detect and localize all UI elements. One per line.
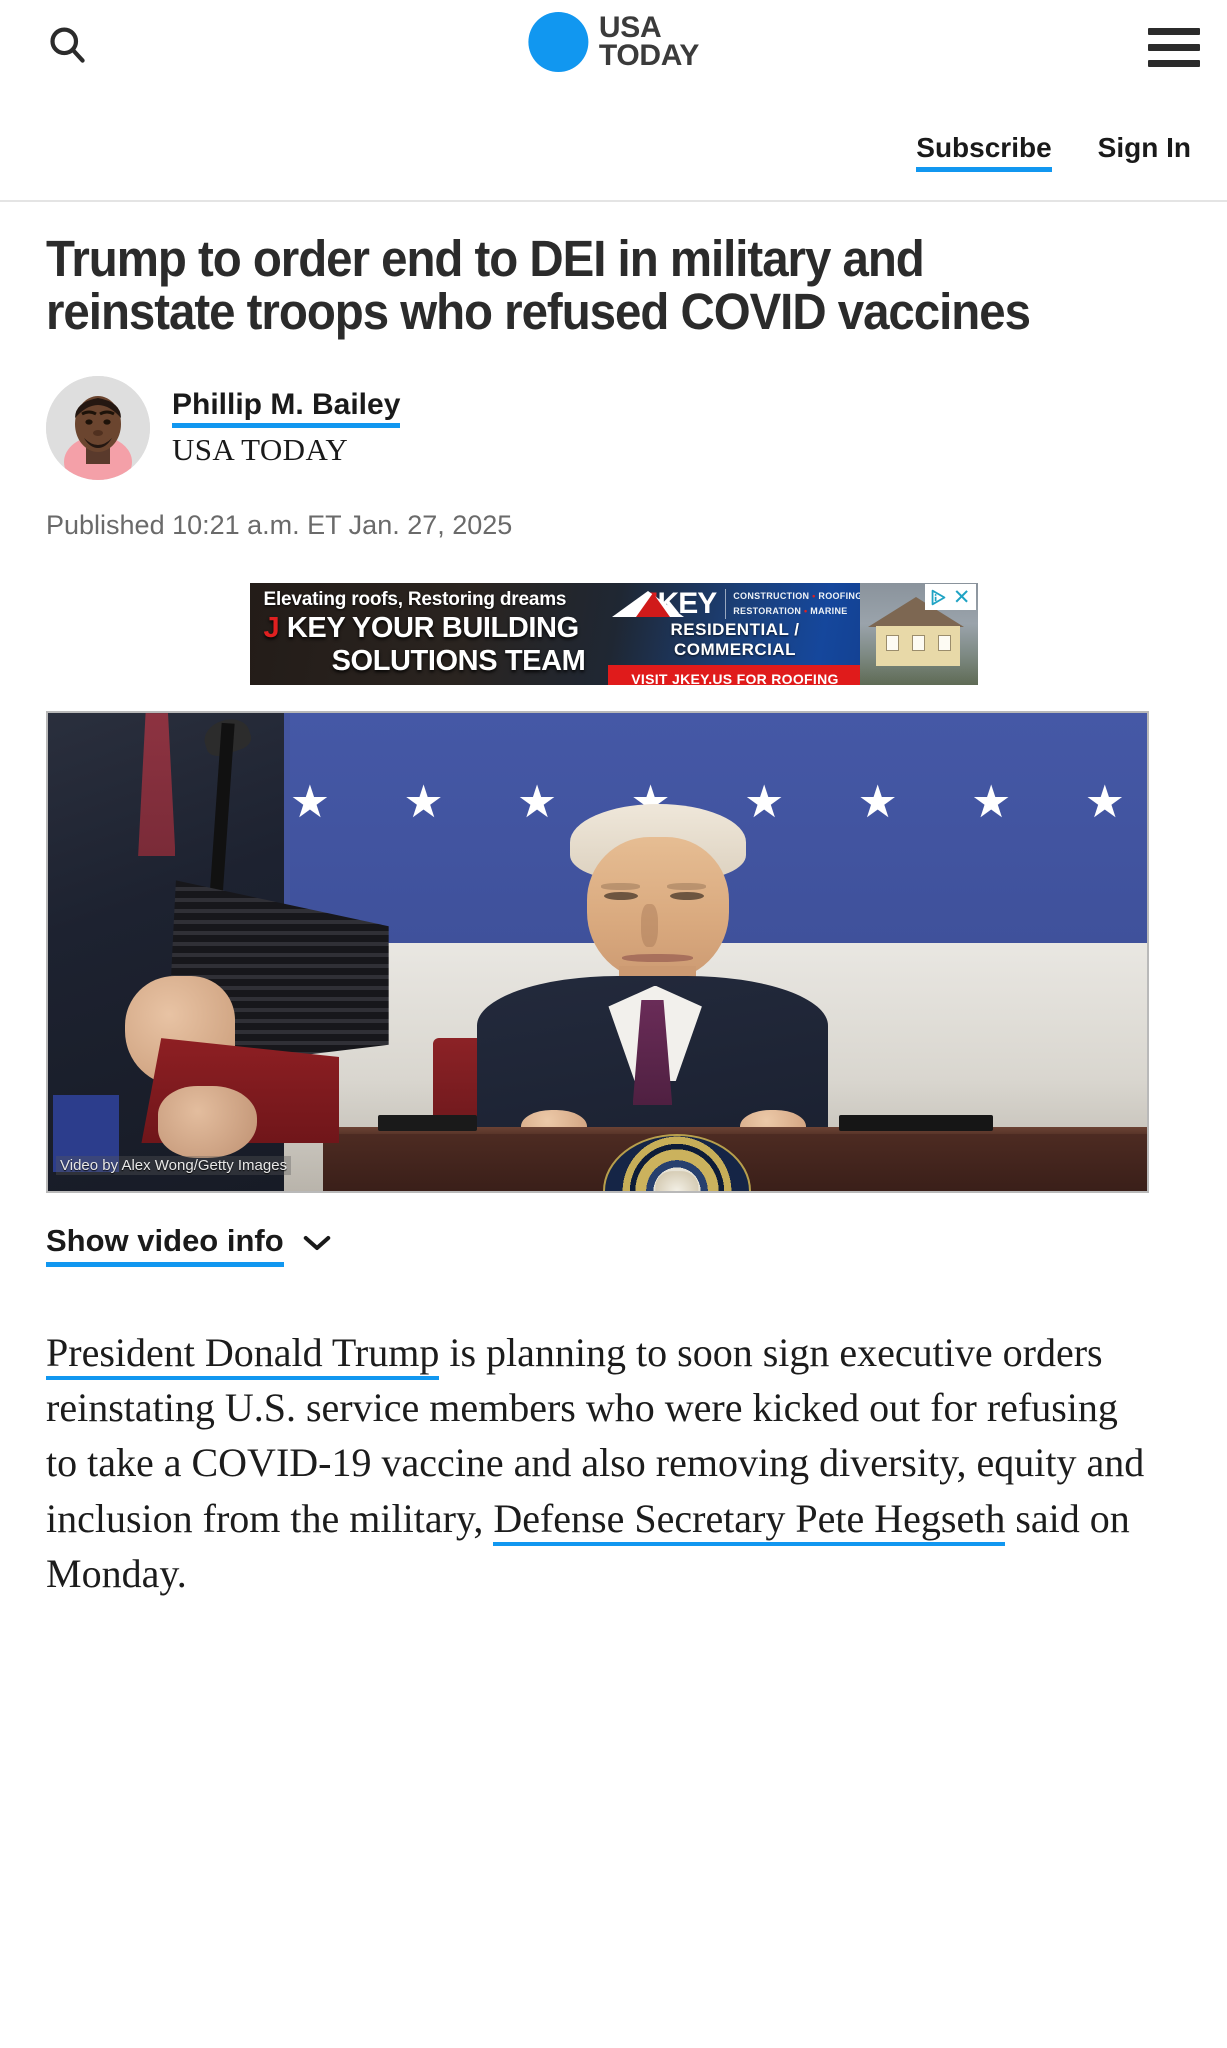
- hamburger-menu-button[interactable]: [1141, 14, 1207, 80]
- video-info-toggle-row: Show video info: [46, 1223, 1181, 1268]
- article-video-player[interactable]: ★ ★ ★ ★ ★ ★ ★ ★ Video by Alex Wong/Getty…: [46, 711, 1149, 1194]
- ad-controls: ✕: [924, 584, 976, 611]
- show-video-info-link[interactable]: Show video info: [46, 1223, 284, 1268]
- desk-object-right: [839, 1114, 994, 1132]
- author-organization: USA TODAY: [172, 432, 349, 468]
- adchoices-icon[interactable]: [930, 589, 947, 606]
- byline: Phillip M. Bailey USA TODAY: [46, 376, 1181, 481]
- article-headline: Trump to order end to DEI in military an…: [46, 230, 1031, 341]
- advertisement-banner[interactable]: Elevating roofs, Restoring dreams J KEY …: [249, 583, 978, 686]
- chevron-down-icon[interactable]: [302, 1233, 332, 1258]
- star-icon: ★: [403, 775, 444, 827]
- site-header: USA TODAY: [0, 0, 1227, 104]
- subscribe-link[interactable]: Subscribe: [916, 132, 1053, 172]
- search-button[interactable]: [34, 14, 100, 80]
- article-body-paragraph: President Donald Trump is planning to so…: [46, 1325, 1156, 1601]
- star-icon: ★: [743, 775, 785, 827]
- search-icon: [45, 23, 89, 72]
- ad-close-button[interactable]: ✕: [953, 587, 971, 608]
- star-icon: ★: [289, 775, 331, 827]
- utility-nav: Subscribe Sign In: [0, 104, 1227, 202]
- ad-copy: Elevating roofs, Restoring dreams J KEY …: [264, 589, 654, 677]
- desk-object-left: [377, 1114, 477, 1132]
- avatar-portrait-icon: [46, 376, 150, 481]
- video-credit: Video by Alex Wong/Getty Images: [56, 1156, 292, 1176]
- author-name-link[interactable]: Phillip M. Bailey: [172, 388, 401, 429]
- advertisement-container: Elevating roofs, Restoring dreams J KEY …: [46, 583, 1181, 686]
- logo-wordmark: USA TODAY: [598, 11, 700, 72]
- ad-headline-j: J: [263, 612, 280, 645]
- roof-logo-icon: [608, 587, 685, 621]
- ad-headline-line-2: SOLUTIONS TEAM: [331, 644, 586, 677]
- ad-cta-button[interactable]: VISIT JKEY.US FOR ROOFING: [607, 665, 863, 686]
- subject-brow-right: [666, 882, 707, 890]
- star-icon: ★: [857, 775, 898, 827]
- star-icon: ★: [1084, 775, 1125, 827]
- usa-today-logo[interactable]: USA TODAY: [527, 11, 700, 72]
- ad-services-list: CONSTRUCTION • ROOFING RESTORATION • MAR…: [725, 588, 863, 620]
- subject-nose: [641, 904, 658, 948]
- logo-dot-icon: [527, 12, 588, 72]
- body-link-hegseth[interactable]: Defense Secretary Pete Hegseth: [493, 1495, 1006, 1546]
- published-timestamp: Published 10:21 a.m. ET Jan. 27, 2025: [46, 510, 513, 541]
- hamburger-menu-icon: [1148, 27, 1200, 67]
- article-container: Trump to order end to DEI in military an…: [0, 232, 1227, 1601]
- ad-service-1: CONSTRUCTION: [733, 590, 810, 601]
- ad-residential-commercial: RESIDENTIAL / COMMERCIAL: [670, 620, 800, 660]
- logo-line-1: USA: [598, 11, 662, 45]
- author-avatar: [46, 376, 150, 481]
- star-icon: ★: [516, 775, 558, 827]
- logo-line-2: TODAY: [598, 39, 700, 72]
- subject-brow-left: [600, 882, 641, 890]
- body-link-trump[interactable]: President Donald Trump: [46, 1330, 440, 1381]
- sign-in-link[interactable]: Sign In: [1098, 132, 1191, 172]
- ad-headline-line-1: J KEY YOUR BUILDING: [263, 612, 654, 645]
- star-icon: ★: [971, 775, 1012, 827]
- ad-tagline: Elevating roofs, Restoring dreams: [263, 589, 567, 611]
- aide-hand-lower: [157, 1085, 257, 1158]
- ad-service-4: MARINE: [810, 606, 848, 617]
- ad-service-2: ROOFING: [818, 590, 863, 601]
- ad-service-dot-2: •: [801, 606, 811, 617]
- ad-headline-rest: KEY YOUR BUILDING: [279, 612, 579, 645]
- ad-brand-block: J KEY CONSTRUCTION • ROOFING RESTORATION …: [607, 587, 863, 686]
- subject-mouth: [621, 954, 694, 963]
- ad-service-3: RESTORATION: [733, 606, 802, 617]
